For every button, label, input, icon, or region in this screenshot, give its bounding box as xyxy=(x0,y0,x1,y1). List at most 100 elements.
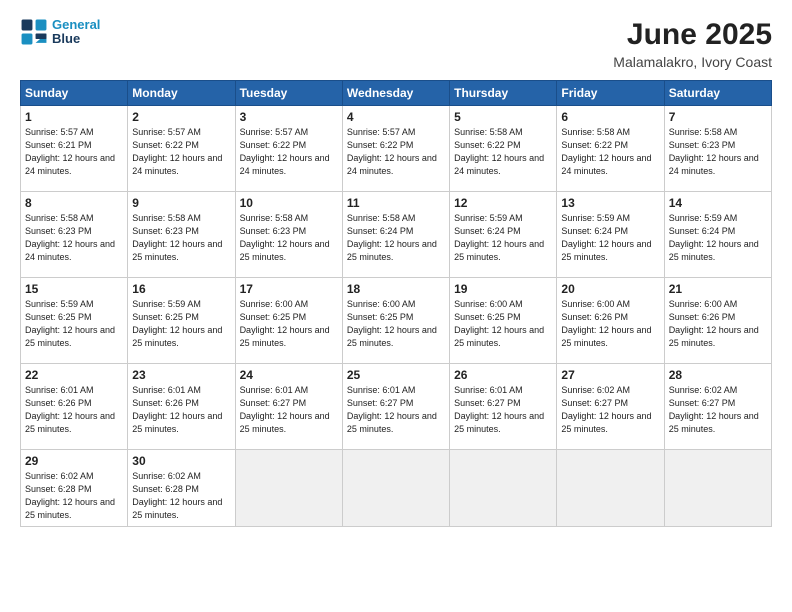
page-header: GeneralBlue June 2025 Malamalakro, Ivory… xyxy=(20,18,772,70)
calendar-cell: 27Sunrise: 6:02 AM Sunset: 6:27 PM Dayli… xyxy=(557,364,664,450)
calendar-week-1: 1Sunrise: 5:57 AM Sunset: 6:21 PM Daylig… xyxy=(21,106,772,192)
calendar-header-row: SundayMondayTuesdayWednesdayThursdayFrid… xyxy=(21,81,772,106)
calendar-cell: 16Sunrise: 5:59 AM Sunset: 6:25 PM Dayli… xyxy=(128,278,235,364)
calendar-cell: 6 Sunrise: 5:58 AM Sunset: 6:22 PM Daylig… xyxy=(557,106,664,192)
day-info: Sunrise: 6:00 AM Sunset: 6:26 PM Dayligh… xyxy=(561,298,659,350)
day-info: Sunrise: 5:57 AM Sunset: 6:22 PM Dayligh… xyxy=(240,126,338,178)
day-number: 16 xyxy=(132,282,230,296)
calendar-week-4: 22 Sunrise: 6:01 AM Sunset: 6:26 PM Dayli… xyxy=(21,364,772,450)
day-number: 29 xyxy=(25,454,123,468)
day-info: Sunrise: 6:00 AM Sunset: 6:25 PM Dayligh… xyxy=(454,298,552,350)
main-title: June 2025 xyxy=(613,18,772,52)
calendar-cell: 24 Sunrise: 6:01 AM Sunset: 6:27 PM Dayli… xyxy=(235,364,342,450)
calendar-cell: 7Sunrise: 5:58 AM Sunset: 6:23 PM Daylig… xyxy=(664,106,771,192)
day-number: 2 xyxy=(132,110,230,124)
calendar-cell: 29 Sunrise: 6:02 AM Sunset: 6:28 PM Dayli… xyxy=(21,450,128,527)
calendar-cell: 30 Sunrise: 6:02 AM Sunset: 6:28 PM Dayli… xyxy=(128,450,235,527)
calendar-week-2: 8 Sunrise: 5:58 AM Sunset: 6:23 PM Daylig… xyxy=(21,192,772,278)
day-number: 17 xyxy=(240,282,338,296)
day-number: 28 xyxy=(669,368,767,382)
day-number: 11 xyxy=(347,196,445,210)
day-info: Sunrise: 5:59 AM Sunset: 6:25 PM Dayligh… xyxy=(25,298,123,350)
day-info: Sunrise: 6:02 AM Sunset: 6:28 PM Dayligh… xyxy=(25,470,123,522)
day-info: Sunrise: 5:57 AM Sunset: 6:22 PM Dayligh… xyxy=(347,126,445,178)
calendar-cell: 9Sunrise: 5:58 AM Sunset: 6:23 PM Daylig… xyxy=(128,192,235,278)
calendar-cell: 11 Sunrise: 5:58 AM Sunset: 6:24 PM Dayli… xyxy=(342,192,449,278)
day-number: 19 xyxy=(454,282,552,296)
day-number: 6 xyxy=(561,110,659,124)
calendar-cell xyxy=(235,450,342,527)
day-number: 8 xyxy=(25,196,123,210)
calendar-cell xyxy=(450,450,557,527)
day-number: 21 xyxy=(669,282,767,296)
calendar-cell xyxy=(557,450,664,527)
day-number: 22 xyxy=(25,368,123,382)
day-info: Sunrise: 5:59 AM Sunset: 6:24 PM Dayligh… xyxy=(669,212,767,264)
day-number: 23 xyxy=(132,368,230,382)
calendar-header-monday: Monday xyxy=(128,81,235,106)
calendar-header-sunday: Sunday xyxy=(21,81,128,106)
day-number: 13 xyxy=(561,196,659,210)
calendar-cell: 22 Sunrise: 6:01 AM Sunset: 6:26 PM Dayli… xyxy=(21,364,128,450)
day-info: Sunrise: 6:00 AM Sunset: 6:25 PM Dayligh… xyxy=(240,298,338,350)
logo: GeneralBlue xyxy=(20,18,100,47)
calendar-header-tuesday: Tuesday xyxy=(235,81,342,106)
day-number: 26 xyxy=(454,368,552,382)
calendar-cell: 13 Sunrise: 5:59 AM Sunset: 6:24 PM Dayli… xyxy=(557,192,664,278)
day-info: Sunrise: 6:00 AM Sunset: 6:26 PM Dayligh… xyxy=(669,298,767,350)
day-number: 7 xyxy=(669,110,767,124)
day-info: Sunrise: 5:58 AM Sunset: 6:22 PM Dayligh… xyxy=(454,126,552,178)
calendar-cell: 2 Sunrise: 5:57 AM Sunset: 6:22 PM Daylig… xyxy=(128,106,235,192)
calendar-cell: 21 Sunrise: 6:00 AM Sunset: 6:26 PM Dayli… xyxy=(664,278,771,364)
calendar-cell: 5 Sunrise: 5:58 AM Sunset: 6:22 PM Daylig… xyxy=(450,106,557,192)
day-info: Sunrise: 5:58 AM Sunset: 6:23 PM Dayligh… xyxy=(240,212,338,264)
day-info: Sunrise: 5:58 AM Sunset: 6:24 PM Dayligh… xyxy=(347,212,445,264)
calendar-week-5: 29 Sunrise: 6:02 AM Sunset: 6:28 PM Dayli… xyxy=(21,450,772,527)
calendar-week-3: 15 Sunrise: 5:59 AM Sunset: 6:25 PM Dayli… xyxy=(21,278,772,364)
calendar-cell xyxy=(664,450,771,527)
day-info: Sunrise: 6:01 AM Sunset: 6:26 PM Dayligh… xyxy=(25,384,123,436)
day-number: 4 xyxy=(347,110,445,124)
calendar-cell: 19 Sunrise: 6:00 AM Sunset: 6:25 PM Dayli… xyxy=(450,278,557,364)
day-info: Sunrise: 5:57 AM Sunset: 6:22 PM Dayligh… xyxy=(132,126,230,178)
calendar-cell: 3Sunrise: 5:57 AM Sunset: 6:22 PM Daylig… xyxy=(235,106,342,192)
day-number: 12 xyxy=(454,196,552,210)
day-number: 25 xyxy=(347,368,445,382)
calendar-cell: 12 Sunrise: 5:59 AM Sunset: 6:24 PM Dayli… xyxy=(450,192,557,278)
day-info: Sunrise: 6:02 AM Sunset: 6:28 PM Dayligh… xyxy=(132,470,230,522)
calendar: SundayMondayTuesdayWednesdayThursdayFrid… xyxy=(20,80,772,527)
day-number: 20 xyxy=(561,282,659,296)
logo-icon xyxy=(20,18,48,46)
day-number: 5 xyxy=(454,110,552,124)
logo-text: GeneralBlue xyxy=(52,18,100,47)
day-info: Sunrise: 6:02 AM Sunset: 6:27 PM Dayligh… xyxy=(561,384,659,436)
calendar-cell: 26Sunrise: 6:01 AM Sunset: 6:27 PM Dayli… xyxy=(450,364,557,450)
day-info: Sunrise: 6:01 AM Sunset: 6:26 PM Dayligh… xyxy=(132,384,230,436)
calendar-cell: 20 Sunrise: 6:00 AM Sunset: 6:26 PM Dayli… xyxy=(557,278,664,364)
calendar-cell: 14Sunrise: 5:59 AM Sunset: 6:24 PM Dayli… xyxy=(664,192,771,278)
day-info: Sunrise: 5:59 AM Sunset: 6:24 PM Dayligh… xyxy=(561,212,659,264)
calendar-cell: 17 Sunrise: 6:00 AM Sunset: 6:25 PM Dayli… xyxy=(235,278,342,364)
day-number: 15 xyxy=(25,282,123,296)
subtitle: Malamalakro, Ivory Coast xyxy=(613,54,772,70)
calendar-cell: 1Sunrise: 5:57 AM Sunset: 6:21 PM Daylig… xyxy=(21,106,128,192)
day-info: Sunrise: 6:01 AM Sunset: 6:27 PM Dayligh… xyxy=(240,384,338,436)
calendar-header-saturday: Saturday xyxy=(664,81,771,106)
calendar-cell: 8Sunrise: 5:58 AM Sunset: 6:23 PM Daylig… xyxy=(21,192,128,278)
day-number: 24 xyxy=(240,368,338,382)
calendar-cell xyxy=(342,450,449,527)
calendar-cell: 25 Sunrise: 6:01 AM Sunset: 6:27 PM Dayli… xyxy=(342,364,449,450)
calendar-cell: 23 Sunrise: 6:01 AM Sunset: 6:26 PM Dayli… xyxy=(128,364,235,450)
calendar-cell: 18Sunrise: 6:00 AM Sunset: 6:25 PM Dayli… xyxy=(342,278,449,364)
day-number: 30 xyxy=(132,454,230,468)
calendar-body: 1Sunrise: 5:57 AM Sunset: 6:21 PM Daylig… xyxy=(21,106,772,527)
day-info: Sunrise: 5:58 AM Sunset: 6:23 PM Dayligh… xyxy=(132,212,230,264)
day-info: Sunrise: 5:59 AM Sunset: 6:24 PM Dayligh… xyxy=(454,212,552,264)
calendar-cell: 15 Sunrise: 5:59 AM Sunset: 6:25 PM Dayli… xyxy=(21,278,128,364)
calendar-cell: 10Sunrise: 5:58 AM Sunset: 6:23 PM Dayli… xyxy=(235,192,342,278)
calendar-header-friday: Friday xyxy=(557,81,664,106)
day-info: Sunrise: 6:01 AM Sunset: 6:27 PM Dayligh… xyxy=(347,384,445,436)
title-block: June 2025 Malamalakro, Ivory Coast xyxy=(613,18,772,70)
day-info: Sunrise: 5:58 AM Sunset: 6:22 PM Dayligh… xyxy=(561,126,659,178)
calendar-header-wednesday: Wednesday xyxy=(342,81,449,106)
